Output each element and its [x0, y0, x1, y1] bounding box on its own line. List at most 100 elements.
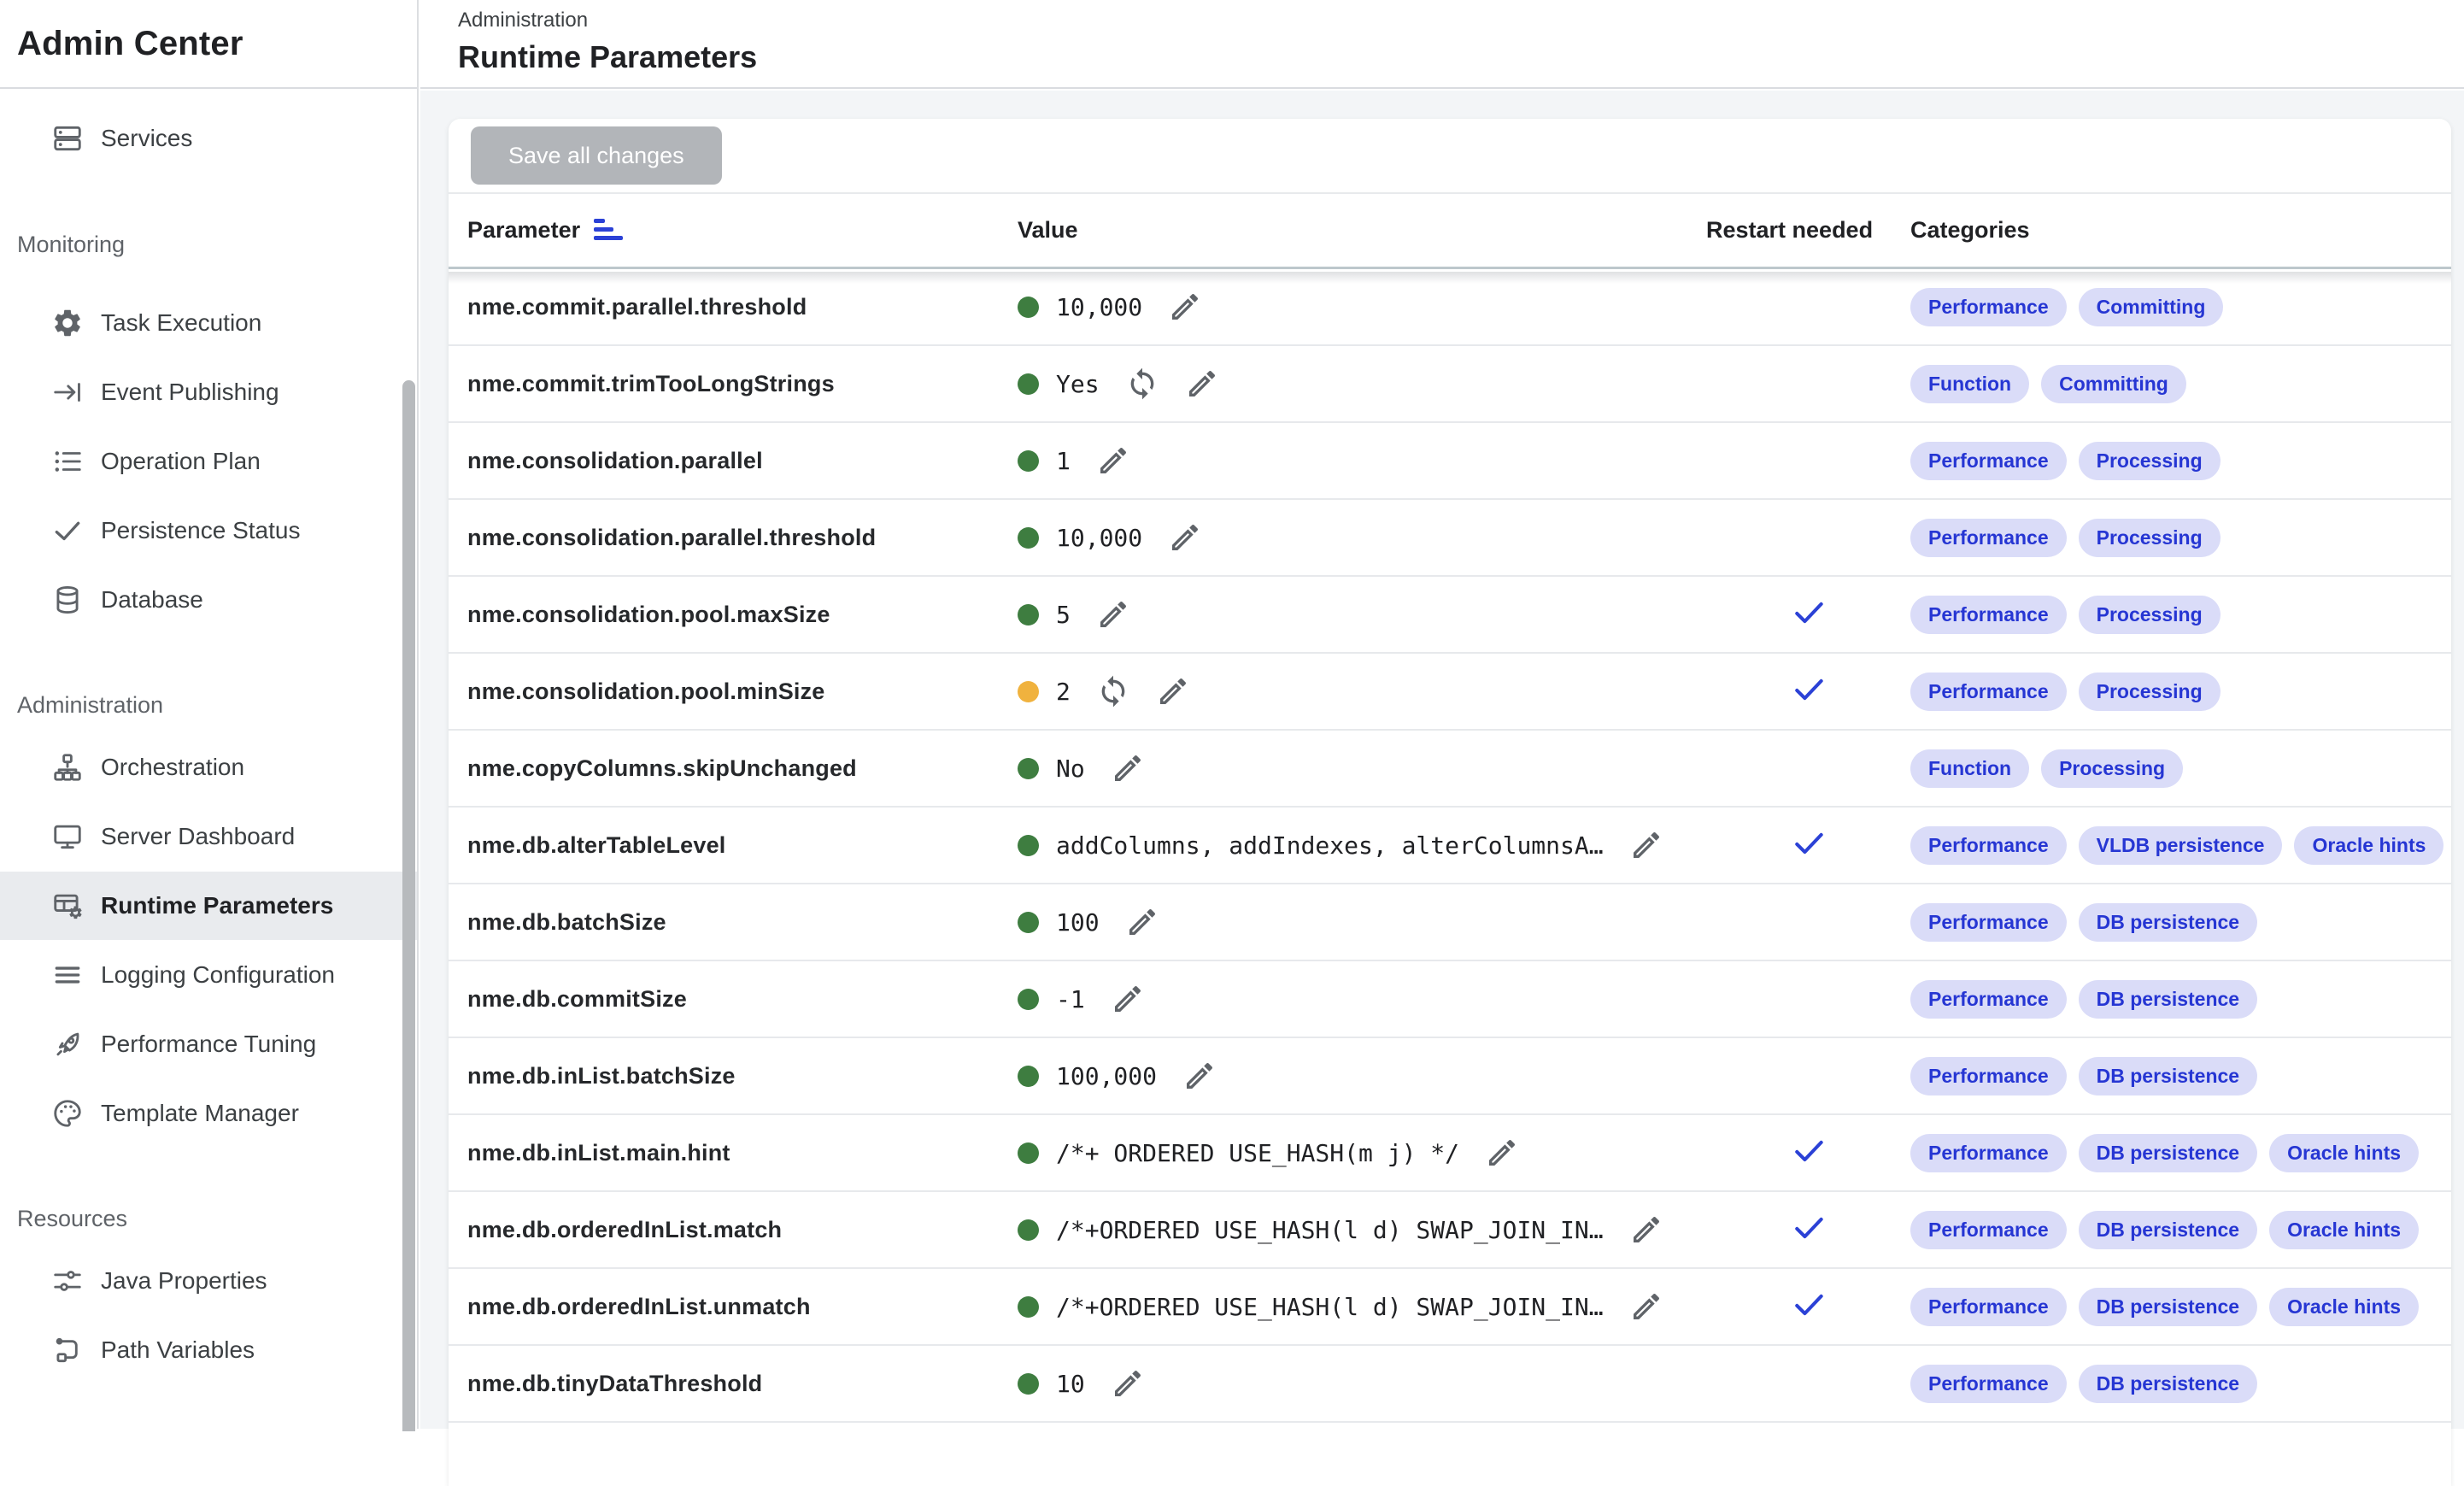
- sidebar-item-path-variables[interactable]: Path Variables: [0, 1316, 417, 1384]
- toolbar: Save all changes: [449, 119, 2451, 194]
- status-dot-green: [1018, 373, 1039, 395]
- parameter-name: nme.db.inList.main.hint: [467, 1140, 1018, 1166]
- event-publishing-icon: [51, 376, 84, 408]
- sync-icon[interactable]: [1096, 674, 1130, 708]
- status-dot-green: [1018, 912, 1039, 933]
- categories-cell: PerformanceDB persistence: [1910, 903, 2451, 942]
- category-badge: DB persistence: [2079, 903, 2257, 942]
- sidebar-item-label: Persistence Status: [101, 517, 300, 544]
- status-dot-green: [1018, 450, 1039, 472]
- value-cell: /*+ORDERED USE_HASH(l d) SWAP_JOIN_IN…: [1018, 1213, 1706, 1247]
- category-badge: Processing: [2079, 442, 2221, 480]
- sidebar-item-logging-configuration[interactable]: Logging Configuration: [0, 941, 417, 1009]
- category-badge: Performance: [1910, 1288, 2067, 1326]
- category-badge: Performance: [1910, 596, 2067, 634]
- save-all-changes-button[interactable]: Save all changes: [471, 126, 722, 185]
- categories-cell: PerformanceProcessing: [1910, 673, 2451, 711]
- edit-icon[interactable]: [1629, 1289, 1663, 1324]
- table-header-row: Parameter Value Restart needed Categorie…: [449, 194, 2451, 269]
- sidebar-item-label: Java Properties: [101, 1267, 267, 1295]
- parameter-value: 10: [1056, 1370, 1085, 1398]
- sidebar-item-persistence-status[interactable]: Persistence Status: [0, 496, 417, 565]
- table-row: nme.consolidation.pool.minSize2Performan…: [449, 654, 2451, 731]
- restart-needed-check-icon: [1790, 825, 1827, 866]
- parameter-name: nme.db.alterTableLevel: [467, 832, 1018, 859]
- categories-cell: PerformanceDB persistence: [1910, 1057, 2451, 1095]
- edit-icon[interactable]: [1629, 828, 1663, 862]
- sidebar-item-task-execution[interactable]: Task Execution: [0, 289, 417, 357]
- categories-cell: PerformanceDB persistence: [1910, 980, 2451, 1019]
- edit-icon[interactable]: [1185, 367, 1219, 401]
- nav-section-label: Monitoring: [0, 227, 417, 261]
- sync-icon[interactable]: [1125, 367, 1159, 401]
- edit-icon[interactable]: [1168, 520, 1202, 555]
- category-badge: Oracle hints: [2269, 1134, 2419, 1172]
- edit-icon[interactable]: [1096, 443, 1130, 478]
- sidebar-item-runtime-parameters[interactable]: Runtime Parameters: [0, 872, 417, 940]
- edit-icon[interactable]: [1156, 674, 1190, 708]
- table-row: nme.commit.parallel.threshold10,000Perfo…: [449, 269, 2451, 346]
- sidebar-item-database[interactable]: Database: [0, 566, 417, 634]
- status-dot-green: [1018, 989, 1039, 1010]
- categories-cell: PerformanceProcessing: [1910, 442, 2451, 480]
- restart-needed-check-icon: [1790, 594, 1827, 636]
- category-badge: DB persistence: [2079, 1365, 2257, 1403]
- sidebar-item-template-manager[interactable]: Template Manager: [0, 1079, 417, 1148]
- sidebar-item-java-properties[interactable]: Java Properties: [0, 1247, 417, 1315]
- sidebar-item-services[interactable]: Services: [0, 104, 417, 173]
- restart-needed-cell: [1706, 1286, 1910, 1328]
- category-badge: DB persistence: [2079, 980, 2257, 1019]
- status-dot-amber: [1018, 681, 1039, 702]
- sidebar-item-server-dashboard[interactable]: Server Dashboard: [0, 802, 417, 871]
- categories-cell: PerformanceDB persistenceOracle hints: [1910, 1288, 2451, 1326]
- edit-icon[interactable]: [1485, 1136, 1519, 1170]
- parameter-name: nme.commit.trimTooLongStrings: [467, 371, 1018, 397]
- edit-icon[interactable]: [1168, 290, 1202, 324]
- parameter-value: /*+ORDERED USE_HASH(l d) SWAP_JOIN_IN…: [1056, 1216, 1604, 1244]
- parameter-value: Yes: [1056, 370, 1100, 398]
- parameter-name: nme.consolidation.parallel: [467, 448, 1018, 474]
- category-badge: Function: [1910, 749, 2029, 788]
- main-header: Administration Runtime Parameters: [420, 0, 2464, 89]
- edit-icon[interactable]: [1182, 1059, 1217, 1093]
- category-badge: DB persistence: [2079, 1134, 2257, 1172]
- sidebar-item-orchestration[interactable]: Orchestration: [0, 733, 417, 802]
- restart-needed-cell: [1706, 1209, 1910, 1251]
- parameter-name: nme.db.orderedInList.match: [467, 1217, 1018, 1243]
- category-badge: Committing: [2079, 288, 2224, 326]
- table-row: nme.consolidation.parallel1 PerformancePr…: [449, 423, 2451, 500]
- status-dot-green: [1018, 1142, 1039, 1164]
- column-header-value: Value: [1018, 217, 1706, 244]
- column-header-parameter[interactable]: Parameter: [467, 217, 1018, 244]
- edit-icon[interactable]: [1111, 1366, 1145, 1401]
- breadcrumb: Administration: [458, 9, 2464, 32]
- edit-icon[interactable]: [1096, 597, 1130, 631]
- sidebar-item-label: Runtime Parameters: [101, 892, 333, 919]
- value-cell: No: [1018, 751, 1706, 785]
- restart-needed-check-icon: [1790, 1132, 1827, 1174]
- value-cell: /*+ ORDERED USE_HASH(m j) */: [1018, 1136, 1706, 1170]
- sidebar-item-operation-plan[interactable]: Operation Plan: [0, 427, 417, 496]
- restart-needed-check-icon: [1790, 1209, 1827, 1251]
- status-dot-green: [1018, 1066, 1039, 1087]
- content-area: Save all changes Parameter Value Restart…: [420, 91, 2464, 1429]
- sidebar-item-performance-tuning[interactable]: Performance Tuning: [0, 1010, 417, 1078]
- sidebar-item-label: Logging Configuration: [101, 961, 335, 989]
- parameter-name: nme.consolidation.pool.minSize: [467, 678, 1018, 705]
- category-badge: Performance: [1910, 1134, 2067, 1172]
- value-cell: /*+ORDERED USE_HASH(l d) SWAP_JOIN_IN…: [1018, 1289, 1706, 1324]
- sidebar-item-event-publishing[interactable]: Event Publishing: [0, 358, 417, 426]
- value-cell: 1: [1018, 443, 1706, 478]
- status-dot-green: [1018, 297, 1039, 318]
- sort-icon[interactable]: [594, 219, 623, 242]
- categories-cell: PerformanceDB persistenceOracle hints: [1910, 1211, 2451, 1249]
- parameter-value: 5: [1056, 601, 1071, 629]
- value-cell: 10: [1018, 1366, 1706, 1401]
- sidebar-scrollbar[interactable]: [402, 380, 415, 1431]
- edit-icon[interactable]: [1111, 982, 1145, 1016]
- edit-icon[interactable]: [1125, 905, 1159, 939]
- status-dot-green: [1018, 604, 1039, 626]
- edit-icon[interactable]: [1629, 1213, 1663, 1247]
- edit-icon[interactable]: [1111, 751, 1145, 785]
- category-badge: Performance: [1910, 288, 2067, 326]
